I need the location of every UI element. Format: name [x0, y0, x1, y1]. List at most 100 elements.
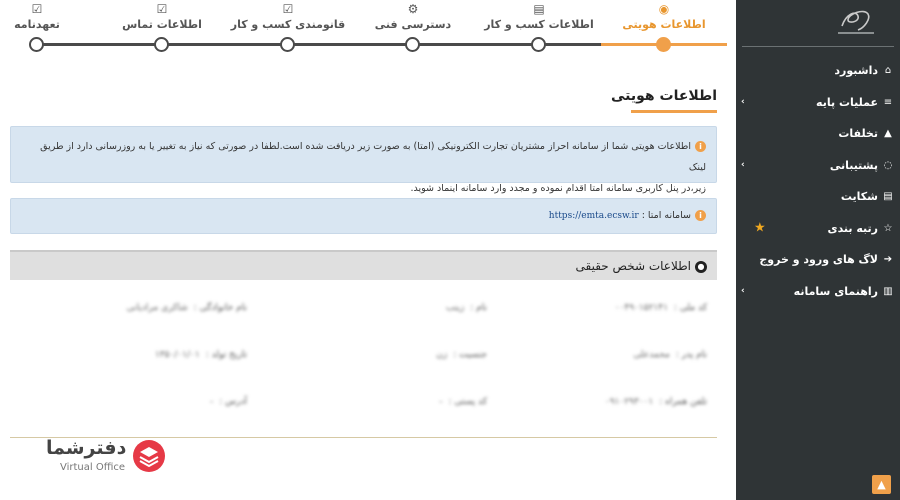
sidebar-item-label: داشبورد [834, 64, 878, 78]
field-value: ۱۳۵۰/۰۱/۰۱ [154, 350, 200, 360]
step-dot [531, 37, 546, 52]
star-outline-icon: ☆ [883, 222, 893, 234]
sidebar-item-complaint[interactable]: شکایت ▤ [736, 181, 900, 213]
user-icon: ● [695, 260, 707, 273]
step-label: اطلاعات تماس [122, 18, 202, 31]
sidebar-item-system-guide[interactable]: ‹ راهنمای سامانه ▥ [736, 276, 900, 308]
sidebar-menu: داشبورد ⌂ ‹ عملیات پایه ≡ تخلفات ▲ ‹ پشت… [736, 55, 900, 307]
panel-title: اطلاعات شخص حقیقی [575, 259, 691, 273]
step-business-compliance[interactable]: ☑ قانومندی کسب و کار [228, 0, 348, 56]
info-alert: iاطلاعات هویتی شما از سامانه احراز مشتری… [10, 126, 717, 194]
page-title: اطلاعات هویتی [611, 88, 717, 104]
title-underline [631, 110, 717, 113]
field-value: زینب [445, 303, 465, 313]
watermark-subtitle: Virtual Office [60, 462, 126, 473]
sidebar-item-ranking[interactable]: ★ رتبه بندی ☆ [736, 213, 900, 245]
field-label: تلفن همراه : [659, 397, 707, 407]
arrow-up-icon: ▲ [877, 478, 886, 491]
daftareshoma-logo-icon [133, 440, 165, 472]
book-icon: ▥ [883, 285, 893, 297]
step-label: اطلاعات هویتی [622, 18, 706, 31]
watermark-brand: دفترشما [46, 437, 127, 459]
step-contact-info[interactable]: ☑ اطلاعات تماس [102, 0, 222, 56]
chevron-left-icon: ‹ [741, 160, 745, 171]
field-label: جنسیت : [453, 350, 487, 360]
step-label: دسترسی فنی [374, 18, 452, 31]
field-label: کد ملی : [673, 303, 707, 313]
step-dot [405, 37, 420, 52]
field-label: نام : [470, 303, 487, 313]
sidebar-item-label: تخلفات [838, 127, 878, 141]
panel-header: ● اطلاعات شخص حقیقی [10, 250, 717, 280]
step-dot [29, 37, 44, 52]
step-business-info[interactable]: ▤ اطلاعات کسب و کار [479, 0, 599, 56]
chevron-left-icon: ‹ [741, 97, 745, 108]
home-icon: ⌂ [884, 65, 892, 77]
scroll-to-top-button[interactable]: ▲ [872, 475, 891, 494]
daftareshoma-watermark: دفترشما Virtual Office [40, 434, 170, 478]
user-circle-icon: ◉ [658, 2, 670, 16]
step-label: اطلاعات کسب و کار [484, 18, 594, 31]
field-value: ۰۹۱۰۲۹۳۰۰۱ [604, 397, 654, 407]
field-value: ۰۰۴۹۰۱۵۲۱۴۱ [614, 303, 668, 313]
sidebar-item-login-logs[interactable]: لاگ های ورود و خروج ➔ [736, 244, 900, 276]
field-value: محمدعلی [633, 350, 670, 360]
sidebar: داشبورد ⌂ ‹ عملیات پایه ≡ تخلفات ▲ ‹ پشت… [736, 0, 900, 500]
step-dot [656, 37, 671, 52]
personal-info-panel: ● اطلاعات شخص حقیقی کد ملی : ۰۰۴۹۰۱۵۲۱۴۱ ن… [10, 250, 717, 438]
field-last-name: نام خانوادگی : شاکری مرادیانی [127, 303, 247, 313]
step-dot [154, 37, 169, 52]
gears-icon: ⚙ [407, 2, 419, 16]
warning-icon: ▲ [884, 128, 892, 140]
star-icon: ★ [754, 220, 766, 236]
sidebar-item-label: عملیات پایه [816, 95, 878, 109]
info-icon: i [695, 141, 706, 152]
field-postal-code: کد پستی :- [439, 397, 487, 407]
list-icon: ≡ [883, 96, 893, 108]
field-label: نام خانوادگی : [193, 303, 247, 313]
sidebar-item-dashboard[interactable]: داشبورد ⌂ [736, 55, 900, 87]
chevron-left-icon: ‹ [741, 286, 745, 297]
field-label: نام پدر : [675, 350, 707, 360]
info-icon: i [695, 210, 706, 221]
step-technical-access[interactable]: ⚙ دسترسی فنی [353, 0, 473, 56]
field-national-code: کد ملی : ۰۰۴۹۰۱۵۲۱۴۱ [615, 303, 707, 313]
step-dot [280, 37, 295, 52]
field-value: شاکری مرادیانی [126, 303, 188, 313]
field-value: زن [436, 350, 448, 360]
step-identity-info[interactable]: ◉ اطلاعات هویتی [604, 0, 724, 56]
field-mobile: تلفن همراه : ۰۹۱۰۲۹۳۰۰۱ [605, 397, 707, 407]
checkbox-icon: ☑ [282, 2, 294, 16]
step-label: قانومندی کسب و کار [230, 18, 346, 31]
field-label: آدرس : [219, 397, 247, 407]
field-address: آدرس :- [210, 397, 247, 407]
comment-icon: ◌ [883, 159, 893, 171]
step-label: تعهدنامه [14, 18, 60, 31]
sidebar-item-support[interactable]: ‹ پشتیبانی ◌ [736, 150, 900, 182]
stepper: ◉ اطلاعات هویتی ▤ اطلاعات کسب و کار ⚙ دس… [0, 0, 736, 56]
emta-label: سامانه امتا : [641, 210, 691, 221]
checkbox-icon: ☑ [156, 2, 168, 16]
sign-in-icon: ➔ [883, 254, 893, 266]
sidebar-item-label: شکایت [840, 190, 878, 204]
sidebar-item-label: لاگ های ورود و خروج [759, 253, 878, 267]
sidebar-item-label: رتبه بندی [827, 221, 878, 235]
field-father-name: نام پدر : محمدعلی [633, 350, 707, 360]
field-value: - [439, 397, 443, 407]
sidebar-divider [742, 46, 894, 47]
sidebar-item-label: راهنمای سامانه [793, 284, 878, 298]
sidebar-item-violations[interactable]: تخلفات ▲ [736, 118, 900, 150]
emta-link-alert: i سامانه امتا : https://emta.ecsw.ir [10, 198, 717, 234]
field-label: کد پستی : [448, 397, 487, 407]
document-icon: ▤ [533, 2, 545, 16]
sidebar-item-basic-operations[interactable]: ‹ عملیات پایه ≡ [736, 87, 900, 119]
alert-text-line1: اطلاعات هویتی شما از سامانه احراز مشتریا… [40, 141, 706, 173]
field-label: تاریخ تولد : [205, 350, 247, 360]
step-commitment[interactable]: ☑ تعهدنامه [0, 0, 97, 56]
emta-link[interactable]: https://emta.ecsw.ir [549, 211, 639, 221]
alert-text-line2: زیر،در پنل کاربری سامانه امتا اقدام نمود… [410, 183, 706, 194]
sidebar-item-label: پشتیبانی [829, 158, 878, 172]
checkbox-icon: ☑ [31, 2, 43, 16]
field-birth-date: تاریخ تولد : ۱۳۵۰/۰۱/۰۱ [155, 350, 247, 360]
enamad-logo[interactable] [834, 4, 878, 38]
